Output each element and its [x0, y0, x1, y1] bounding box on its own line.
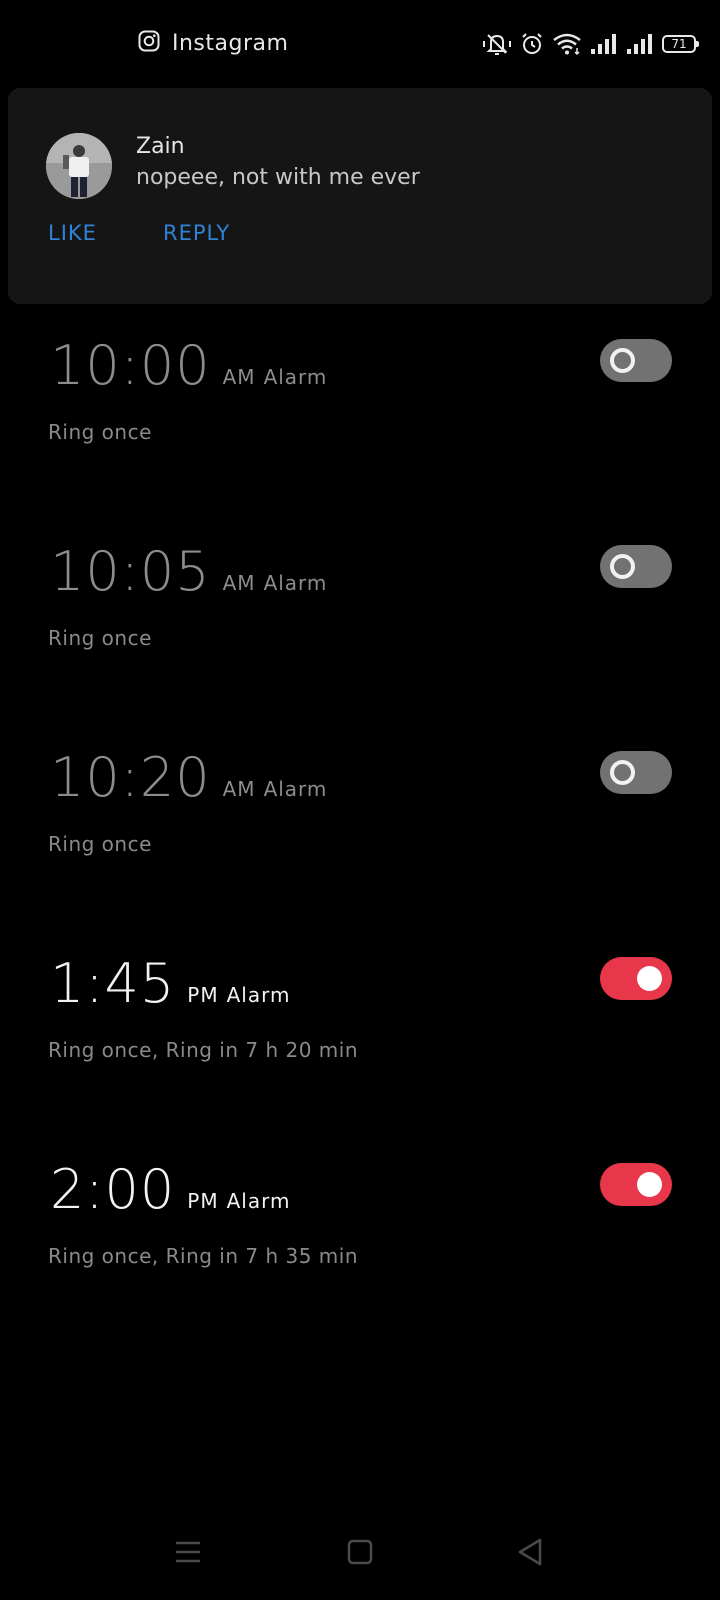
toggle-knob: [637, 966, 662, 991]
instagram-icon: [138, 30, 160, 56]
alarm-time: 1:45: [50, 952, 176, 1015]
alarm-time: 10:00: [50, 334, 211, 397]
home-icon[interactable]: [338, 1530, 382, 1574]
toggle-knob: [637, 1172, 662, 1197]
alarm-meridiem: AM: [222, 571, 256, 595]
notification-sender: Zain: [136, 134, 185, 159]
alarm-item[interactable]: 10:00 AM Alarm Ring once: [0, 334, 720, 494]
alarm-label: Alarm: [263, 777, 328, 801]
status-app-name: Instagram: [172, 30, 289, 56]
menu-icon[interactable]: [166, 1530, 210, 1574]
alarm-time-line: 10:00 AM Alarm: [50, 334, 327, 397]
alarm-repeat-info: Ring once, Ring in 7 h 20 min: [48, 1038, 359, 1062]
alarm-toggle[interactable]: [600, 339, 672, 382]
wifi-icon: [552, 32, 582, 56]
toggle-knob: [610, 348, 635, 373]
alarm-meridiem: PM: [187, 1189, 219, 1213]
status-app-indicator: Instagram: [138, 30, 288, 56]
status-bar: Instagram 71: [0, 0, 720, 86]
alarm-item[interactable]: 10:20 AM Alarm Ring once: [0, 746, 720, 906]
signal-icon: [626, 33, 654, 55]
alarm-repeat-info: Ring once: [48, 832, 152, 856]
notification-message: nopeee, not with me ever: [136, 165, 420, 190]
navigation-bar: [0, 1530, 720, 1600]
alarm-meridiem: AM: [222, 777, 256, 801]
battery-level: 71: [671, 37, 687, 51]
alarm-time: 10:20: [50, 746, 211, 809]
alarm-item[interactable]: 1:45 PM Alarm Ring once, Ring in 7 h 20 …: [0, 952, 720, 1112]
alarm-label: Alarm: [226, 983, 291, 1007]
like-button[interactable]: LIKE: [48, 221, 97, 245]
alarm-meridiem: AM: [222, 365, 256, 389]
alarm-label: Alarm: [263, 365, 328, 389]
alarm-repeat-info: Ring once: [48, 626, 152, 650]
alarm-toggle[interactable]: [600, 751, 672, 794]
alarm-icon: [520, 32, 544, 56]
toggle-knob: [610, 760, 635, 785]
alarm-time-line: 10:05 AM Alarm: [50, 540, 327, 603]
back-icon[interactable]: [508, 1530, 552, 1574]
battery-icon: 71: [662, 35, 699, 53]
alarm-toggle[interactable]: [600, 1163, 672, 1206]
status-icons: 71: [482, 30, 699, 58]
alarm-label: Alarm: [226, 1189, 291, 1213]
toggle-knob: [610, 554, 635, 579]
alarm-item[interactable]: 2:00 PM Alarm Ring once, Ring in 7 h 35 …: [0, 1158, 720, 1318]
alarm-time-line: 10:20 AM Alarm: [50, 746, 327, 809]
signal-icon: [590, 33, 618, 55]
mute-icon: [482, 31, 512, 57]
reply-button[interactable]: REPLY: [163, 221, 230, 245]
avatar: [46, 133, 112, 199]
alarm-toggle[interactable]: [600, 545, 672, 588]
alarm-repeat-info: Ring once: [48, 420, 152, 444]
alarm-item[interactable]: 10:05 AM Alarm Ring once: [0, 540, 720, 700]
alarm-time-line: 2:00 PM Alarm: [50, 1158, 290, 1221]
alarm-toggle[interactable]: [600, 957, 672, 1000]
alarm-meridiem: PM: [187, 983, 219, 1007]
alarm-time: 2:00: [50, 1158, 176, 1221]
notification-card[interactable]: Zain nopeee, not with me ever LIKE REPLY: [8, 88, 712, 304]
alarm-label: Alarm: [263, 571, 328, 595]
alarm-time: 10:05: [50, 540, 211, 603]
alarm-repeat-info: Ring once, Ring in 7 h 35 min: [48, 1244, 359, 1268]
alarm-time-line: 1:45 PM Alarm: [50, 952, 290, 1015]
